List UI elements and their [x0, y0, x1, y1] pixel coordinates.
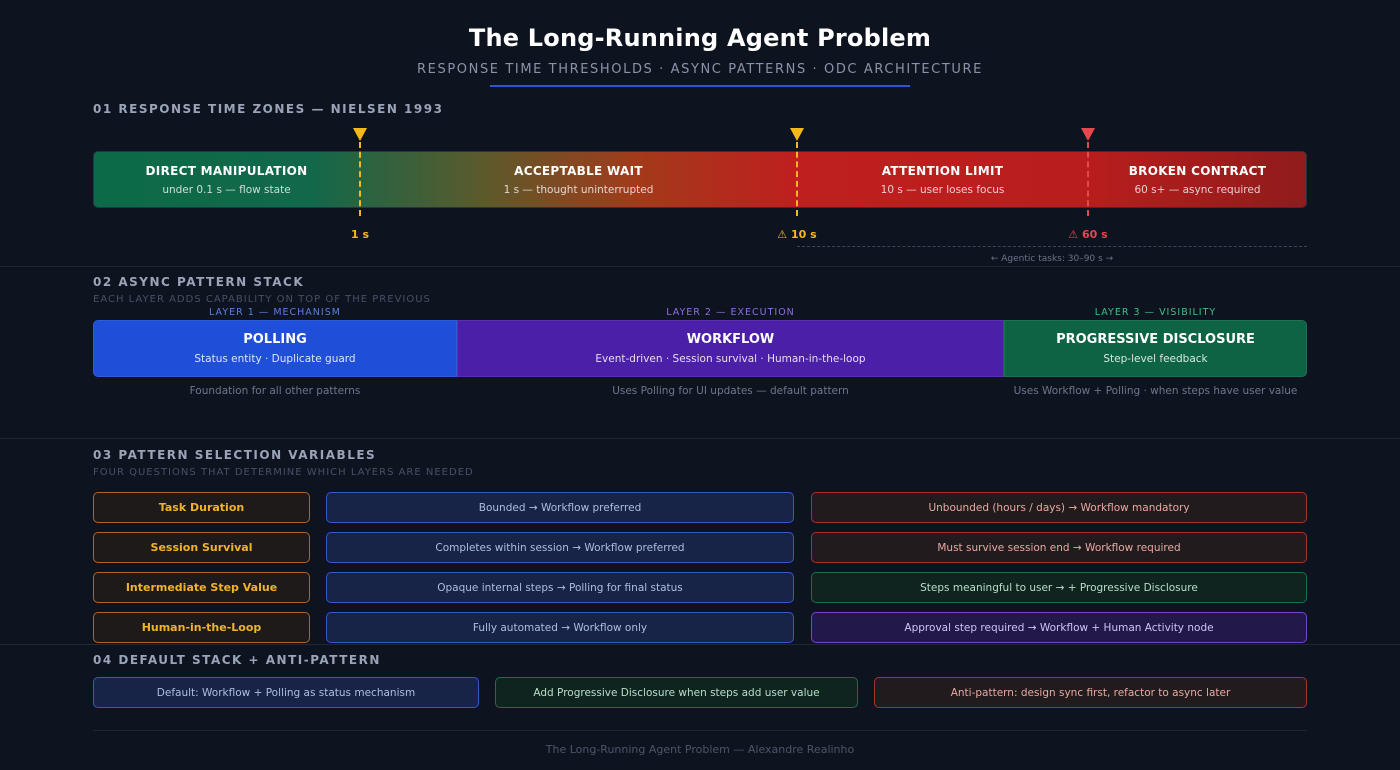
marker-1s-triangle-icon [353, 128, 367, 141]
layer-subtitle: Status entity · Duplicate guard [194, 353, 356, 365]
variable-task-duration: Task Duration [93, 492, 310, 523]
variable-option-escalated: Approval step required → Workflow + Huma… [811, 612, 1307, 643]
zone-broken-contract: BROKEN CONTRACT 60 s+ — async required [1088, 151, 1307, 208]
page-title: The Long-Running Agent Problem [468, 24, 932, 52]
section-1-title: 01 RESPONSE TIME ZONES — NIELSEN 1993 [93, 102, 444, 116]
zone-title: BROKEN CONTRACT [1128, 164, 1267, 178]
variable-intermediate-step-value: Intermediate Step Value [93, 572, 310, 603]
section-3-title: 03 PATTERN SELECTION VARIABLES [93, 448, 377, 462]
marker-10s-label: ⚠ 10 s [777, 228, 817, 241]
marker-60s-triangle-icon [1081, 128, 1095, 141]
marker-60s-line [1087, 142, 1089, 216]
marker-60s-label: ⚠ 60 s [1068, 228, 1108, 241]
layer-1-label: LAYER 1 — MECHANISM [209, 307, 341, 318]
zone-direct-manipulation: DIRECT MANIPULATION under 0.1 s — flow s… [93, 151, 360, 208]
variable-option-escalated: Unbounded (hours / days) → Workflow mand… [811, 492, 1307, 523]
layer-2-label: LAYER 2 — EXECUTION [666, 307, 795, 318]
layer-progressive-disclosure: PROGRESSIVE DISCLOSURE Step-level feedba… [1004, 320, 1307, 377]
layer-subtitle: Step-level feedback [1103, 353, 1208, 365]
section-divider [0, 266, 1400, 267]
variable-human-in-the-loop: Human-in-the-Loop [93, 612, 310, 643]
zone-subtitle: under 0.1 s — flow state [162, 184, 291, 196]
variable-option-default: Bounded → Workflow preferred [326, 492, 794, 523]
footer-credit: The Long-Running Agent Problem — Alexand… [545, 743, 855, 756]
layer-subtitle: Event-driven · Session survival · Human-… [595, 353, 866, 365]
layer-title: POLLING [243, 332, 307, 347]
marker-1s-line [359, 142, 361, 216]
zone-title: DIRECT MANIPULATION [145, 164, 308, 178]
section-divider [0, 644, 1400, 645]
zone-subtitle: 60 s+ — async required [1134, 184, 1261, 196]
zone-subtitle: 1 s — thought uninterrupted [503, 184, 654, 196]
zone-attention-limit: ATTENTION LIMIT 10 s — user loses focus [797, 151, 1088, 208]
layer-polling: POLLING Status entity · Duplicate guard [93, 320, 457, 377]
layer-title: WORKFLOW [686, 332, 775, 347]
variable-option-escalated: Steps meaningful to user → + Progressive… [811, 572, 1307, 603]
layer-3-note: Uses Workflow + Polling · when steps hav… [1013, 385, 1298, 397]
marker-10s-triangle-icon [790, 128, 804, 141]
layer-workflow: WORKFLOW Event-driven · Session survival… [457, 320, 1004, 377]
zone-title: ACCEPTABLE WAIT [514, 164, 643, 178]
agentic-range-label: ← Agentic tasks: 30–90 s → [990, 254, 1114, 264]
zone-acceptable-wait: ACCEPTABLE WAIT 1 s — thought uninterrup… [360, 151, 797, 208]
section-2-subtitle: EACH LAYER ADDS CAPABILITY ON TOP OF THE… [93, 294, 431, 305]
zone-subtitle: 10 s — user loses focus [880, 184, 1005, 196]
zone-title: ATTENTION LIMIT [881, 164, 1004, 178]
layer-2-note: Uses Polling for UI updates — default pa… [612, 385, 849, 397]
section-3-subtitle: FOUR QUESTIONS THAT DETERMINE WHICH LAYE… [93, 467, 474, 478]
progressive-disclosure-box: Add Progressive Disclosure when steps ad… [495, 677, 858, 708]
variable-option-default: Opaque internal steps → Polling for fina… [326, 572, 794, 603]
variable-option-escalated: Must survive session end → Workflow requ… [811, 532, 1307, 563]
section-4-title: 04 DEFAULT STACK + ANTI-PATTERN [93, 653, 381, 667]
layer-1-note: Foundation for all other patterns [189, 385, 361, 397]
marker-10s-line [796, 142, 798, 216]
layer-title: PROGRESSIVE DISCLOSURE [1056, 332, 1255, 347]
anti-pattern-box: Anti-pattern: design sync first, refacto… [874, 677, 1307, 708]
title-underline [490, 85, 910, 87]
variable-session-survival: Session Survival [93, 532, 310, 563]
footer-divider [93, 730, 1307, 731]
layer-3-label: LAYER 3 — VISIBILITY [1094, 307, 1217, 318]
default-stack-box: Default: Workflow + Polling as status me… [93, 677, 479, 708]
marker-1s-label: 1 s [350, 228, 370, 241]
agentic-range-line [797, 246, 1307, 247]
section-2-title: 02 ASYNC PATTERN STACK [93, 275, 305, 289]
variable-option-default: Completes within session → Workflow pref… [326, 532, 794, 563]
variable-option-default: Fully automated → Workflow only [326, 612, 794, 643]
section-divider [0, 438, 1400, 439]
page-subtitle: RESPONSE TIME THRESHOLDS · ASYNC PATTERN… [417, 62, 983, 77]
